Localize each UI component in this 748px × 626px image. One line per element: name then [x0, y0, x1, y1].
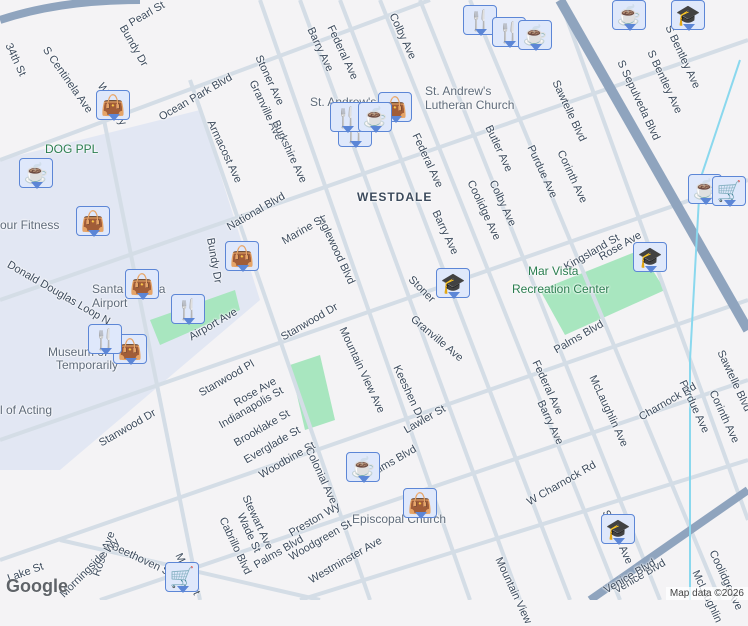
shopping-marker[interactable]: 👜 [96, 90, 130, 121]
cafe-marker[interactable]: ☕ [612, 0, 646, 31]
graduation-cap-icon: 🎓 [675, 4, 701, 27]
cafe-marker[interactable]: ☕ [19, 158, 53, 189]
shopping-marker[interactable]: 👜 [225, 241, 259, 272]
shopping-bag-icon: 👜 [129, 273, 155, 296]
place-label[interactable]: Airport [92, 296, 127, 310]
map-attribution[interactable]: Map data ©2026 [665, 587, 748, 600]
cafe-marker[interactable]: ☕ [518, 20, 552, 51]
place-label[interactable]: Mar Vista [528, 264, 578, 278]
shopping-bag-icon: 👜 [80, 210, 106, 233]
cafe-marker[interactable]: ☕ [346, 452, 380, 483]
shopping-marker[interactable]: 👜 [403, 488, 437, 519]
coffee-cup-icon: ☕ [522, 24, 548, 47]
coffee-cup-icon: ☕ [616, 4, 642, 27]
place-label[interactable]: l of Acting [0, 403, 52, 417]
shopping-cart-icon: 🛒 [169, 566, 195, 589]
coffee-cup-icon: ☕ [23, 162, 49, 185]
creek [689, 59, 741, 600]
graduation-cap-icon: 🎓 [605, 518, 631, 541]
shopping-bag-icon: 👜 [100, 94, 126, 117]
shopping-marker[interactable]: 👜 [76, 206, 110, 237]
coffee-cup-icon: ☕ [350, 456, 376, 479]
school-marker[interactable]: 🎓 [671, 0, 705, 31]
fork-knife-icon: 🍴 [334, 106, 360, 129]
place-label[interactable]: Recreation Center [512, 282, 609, 296]
school-marker[interactable]: 🎓 [601, 514, 635, 545]
google-logo: Google [6, 576, 68, 596]
school-marker[interactable]: 🎓 [436, 268, 470, 299]
place-label[interactable]: Lutheran Church [425, 98, 514, 112]
grocery-marker[interactable]: 🛒 [165, 562, 199, 593]
restaurant-marker[interactable]: 🍴 [171, 294, 205, 325]
graduation-cap-icon: 🎓 [440, 272, 466, 295]
cafe-marker[interactable]: ☕ [358, 102, 392, 133]
fork-knife-icon: 🍴 [175, 298, 201, 321]
place-label[interactable]: St. Andrew's [425, 84, 491, 98]
place-label[interactable]: DOG PPL [45, 142, 98, 156]
school-marker[interactable]: 🎓 [633, 242, 667, 273]
shopping-bag-icon: 👜 [229, 245, 255, 268]
shopping-cart-icon: 🛒 [716, 180, 742, 203]
coffee-cup-icon: ☕ [362, 106, 388, 129]
graduation-cap-icon: 🎓 [637, 246, 663, 269]
shopping-marker[interactable]: 👜 [125, 269, 159, 300]
fork-knife-icon: 🍴 [92, 328, 118, 351]
shopping-bag-icon: 👜 [407, 492, 433, 515]
place-label[interactable]: our Fitness [0, 218, 59, 232]
restaurant-marker[interactable]: 🍴 [88, 324, 122, 355]
grocery-marker[interactable]: 🛒 [712, 176, 746, 207]
place-label[interactable]: WESTDALE [357, 190, 432, 204]
fork-knife-icon: 🍴 [467, 9, 493, 32]
